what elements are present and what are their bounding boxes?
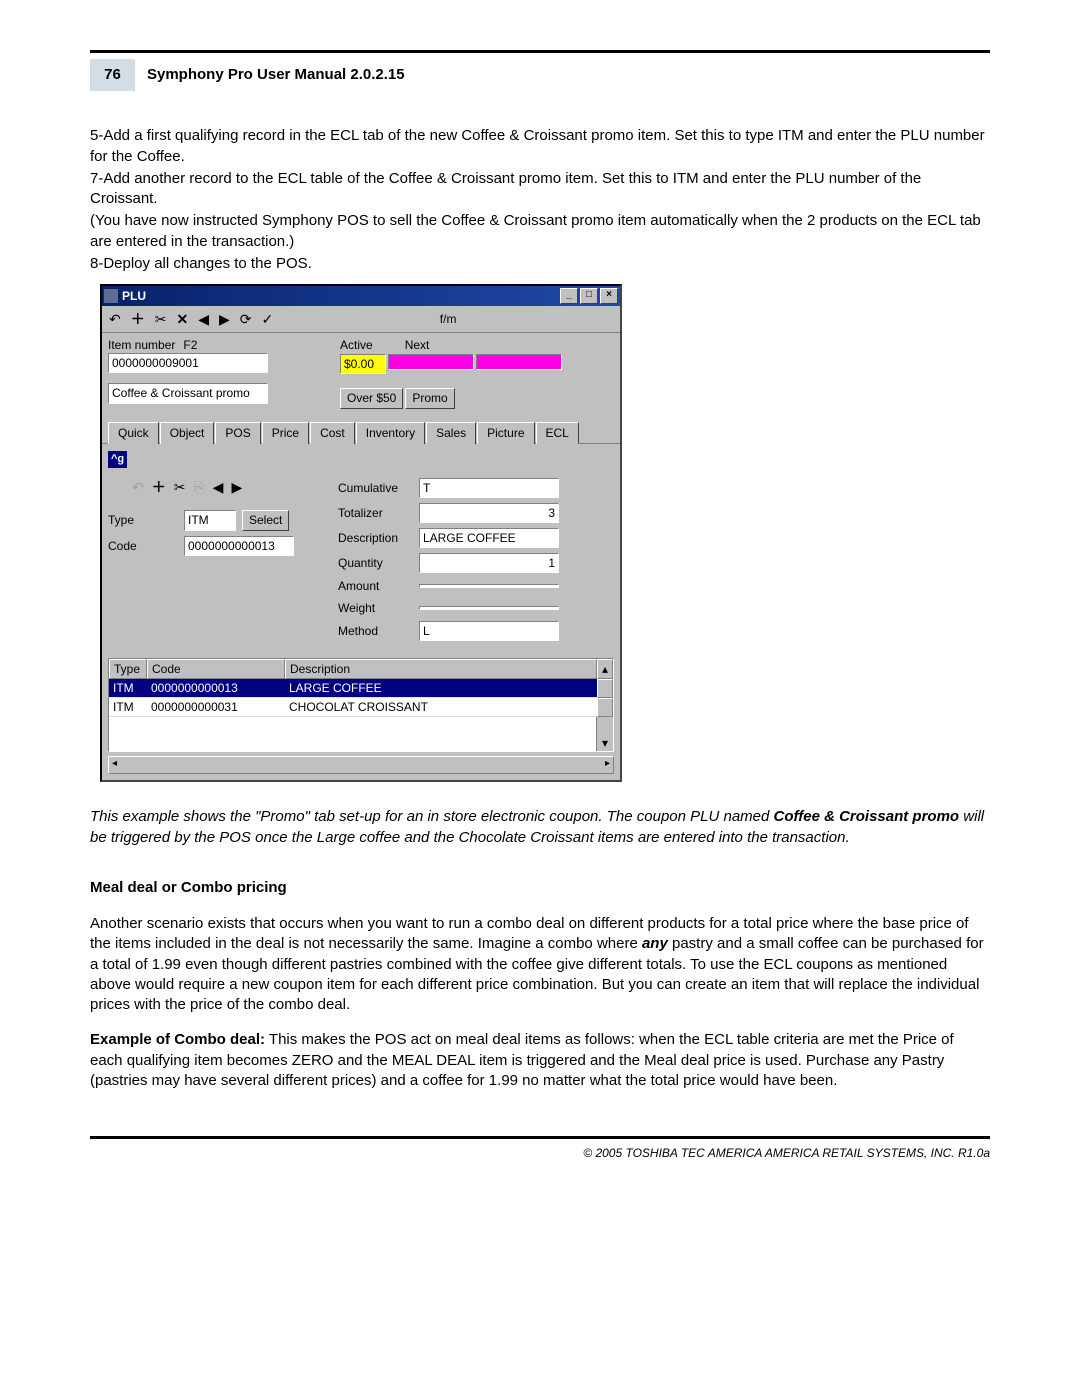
- plus-icon[interactable]: ＋: [152, 478, 166, 497]
- tab-sales[interactable]: Sales: [426, 422, 476, 444]
- section-paragraph-2: Example of Combo deal: This makes the PO…: [90, 1030, 990, 1091]
- scroll-track[interactable]: [597, 679, 613, 698]
- instruction-8: 8-Deploy all changes to the POS.: [90, 254, 990, 274]
- horizontal-scrollbar[interactable]: ◂ ▸: [108, 756, 614, 774]
- type-input[interactable]: ITM: [184, 510, 236, 530]
- next-icon[interactable]: ▶: [218, 310, 231, 329]
- cell-desc: CHOCOLAT CROISSANT: [285, 698, 597, 717]
- active-field-2[interactable]: [388, 354, 474, 370]
- promo-button[interactable]: Promo: [405, 388, 454, 408]
- tab-inventory[interactable]: Inventory: [356, 422, 425, 444]
- amount-label: Amount: [338, 578, 413, 594]
- table-row[interactable]: ITM 0000000000031 CHOCOLAT CROISSANT: [109, 698, 613, 717]
- refresh-icon[interactable]: ⟳: [239, 310, 253, 329]
- description-input[interactable]: LARGE COFFEE: [419, 528, 559, 548]
- tab-price[interactable]: Price: [262, 422, 309, 444]
- close-button[interactable]: ×: [600, 288, 618, 304]
- quantity-label: Quantity: [338, 555, 413, 571]
- cumulative-label: Cumulative: [338, 480, 413, 496]
- method-label: Method: [338, 623, 413, 639]
- cut-icon[interactable]: ✂: [174, 478, 186, 497]
- select-button[interactable]: Select: [242, 510, 289, 530]
- scroll-left-icon[interactable]: ◂: [109, 757, 120, 773]
- type-label: Type: [108, 512, 178, 528]
- col-header-code[interactable]: Code: [147, 659, 285, 679]
- prev-icon[interactable]: ◀: [197, 310, 210, 329]
- maximize-button[interactable]: □: [580, 288, 598, 304]
- cell-code: 0000000000013: [147, 679, 285, 698]
- plus-icon[interactable]: ＋: [130, 310, 146, 329]
- weight-label: Weight: [338, 600, 413, 616]
- active-price-field[interactable]: $0.00: [340, 354, 386, 374]
- item-name-input[interactable]: Coffee & Croissant promo: [108, 383, 268, 403]
- prev-icon[interactable]: ◀: [213, 478, 224, 497]
- instruction-block: 5-Add a first qualifying record in the E…: [90, 126, 990, 274]
- page-footer: © 2005 TOSHIBA TEC AMERICA AMERICA RETAI…: [90, 1136, 990, 1161]
- instruction-note: (You have now instructed Symphony POS to…: [90, 211, 990, 252]
- col-header-desc[interactable]: Description: [285, 659, 597, 679]
- tab-ecl[interactable]: ECL: [536, 422, 579, 444]
- scroll-down-icon[interactable]: ▾: [596, 717, 613, 751]
- undo-icon[interactable]: ↶: [108, 310, 122, 329]
- titlebar: PLU _ □ ×: [102, 286, 620, 306]
- cell-type: ITM: [109, 679, 147, 698]
- item-number-label: Item number: [108, 337, 175, 353]
- delete-icon[interactable]: ✕: [175, 310, 189, 329]
- code-label: Code: [108, 538, 178, 554]
- cut-icon[interactable]: ✂: [154, 310, 168, 329]
- tab-bar: Quick Object POS Price Cost Inventory Sa…: [102, 409, 620, 444]
- cell-desc: LARGE COFFEE: [285, 679, 597, 698]
- next-label: Next: [405, 337, 430, 353]
- instruction-5: 5-Add a first qualifying record in the E…: [90, 126, 990, 167]
- minimize-button[interactable]: _: [560, 288, 578, 304]
- amount-input[interactable]: [419, 584, 559, 588]
- window-title: PLU: [122, 288, 560, 304]
- tab-picture[interactable]: Picture: [477, 422, 534, 444]
- tab-pos[interactable]: POS: [215, 422, 260, 444]
- item-number-input[interactable]: 0000000009001: [108, 353, 268, 373]
- ecl-panel: ^g ↶ ＋ ✂ ⎘ ◀ ▶ Type ITM Select Code: [102, 444, 620, 652]
- totalizer-input[interactable]: 3: [419, 503, 559, 523]
- tab-cost[interactable]: Cost: [310, 422, 355, 444]
- app-icon: [104, 289, 118, 303]
- scroll-track[interactable]: [597, 698, 613, 717]
- paste-icon[interactable]: ⎘: [193, 478, 204, 497]
- tab-quick[interactable]: Quick: [108, 422, 159, 444]
- table-row[interactable]: ITM 0000000000013 LARGE COFFEE: [109, 679, 613, 698]
- weight-input[interactable]: [419, 606, 559, 610]
- col-header-type[interactable]: Type: [109, 659, 147, 679]
- totalizer-label: Totalizer: [338, 505, 413, 521]
- figure-caption: This example shows the "Promo" tab set-u…: [90, 807, 990, 848]
- fm-label: f/m: [282, 311, 614, 327]
- f2-hint: F2: [183, 337, 197, 353]
- cell-type: ITM: [109, 698, 147, 717]
- next-icon[interactable]: ▶: [231, 478, 242, 497]
- tab-object[interactable]: Object: [160, 422, 215, 444]
- undo-icon[interactable]: ↶: [132, 478, 144, 497]
- section-heading: Meal deal or Combo pricing: [90, 878, 990, 898]
- section-paragraph-1: Another scenario exists that occurs when…: [90, 914, 990, 1015]
- cell-code: 0000000000031: [147, 698, 285, 717]
- method-input[interactable]: L: [419, 621, 559, 641]
- description-label: Description: [338, 530, 413, 546]
- manual-title: Symphony Pro User Manual 2.0.2.15: [147, 59, 405, 91]
- page-header: 76 Symphony Pro User Manual 2.0.2.15: [90, 50, 990, 91]
- instruction-7: 7-Add another record to the ECL table of…: [90, 169, 990, 210]
- sub-toolbar: ↶ ＋ ✂ ⎘ ◀ ▶: [108, 478, 318, 497]
- page-number: 76: [90, 59, 135, 91]
- scroll-up-icon[interactable]: ▴: [597, 659, 613, 679]
- next-field[interactable]: [476, 354, 562, 370]
- scroll-right-icon[interactable]: ▸: [602, 757, 613, 773]
- quantity-input[interactable]: 1: [419, 553, 559, 573]
- plu-window: PLU _ □ × ↶ ＋ ✂ ✕ ◀ ▶ ⟳ ✓ f/m Item numbe…: [100, 284, 622, 782]
- ecl-grid: Type Code Description ▴ ITM 000000000001…: [108, 658, 614, 753]
- sort-badge[interactable]: ^g: [108, 451, 127, 468]
- over50-button[interactable]: Over $50: [340, 388, 403, 408]
- main-toolbar: ↶ ＋ ✂ ✕ ◀ ▶ ⟳ ✓ f/m: [102, 306, 620, 333]
- active-label: Active: [340, 337, 373, 353]
- check-icon[interactable]: ✓: [261, 310, 275, 329]
- code-input[interactable]: 0000000000013: [184, 536, 294, 556]
- cumulative-input[interactable]: T: [419, 478, 559, 498]
